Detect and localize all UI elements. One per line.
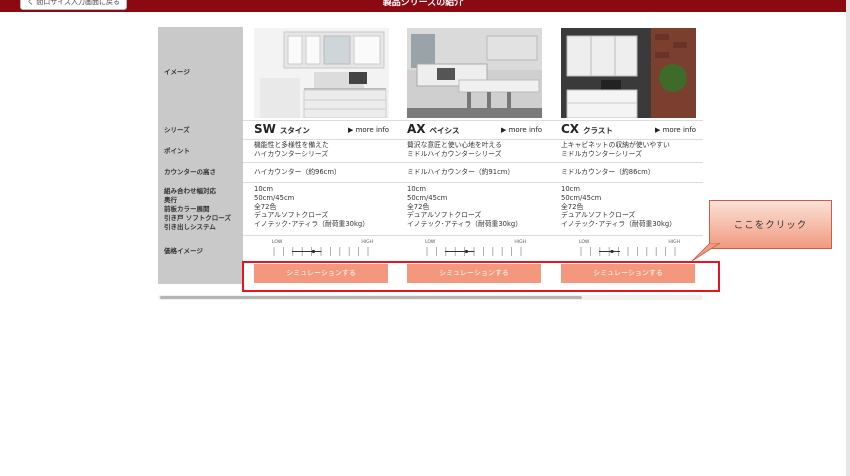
highlight-box (242, 261, 720, 292)
price-scale-sw: LOW HIGH (268, 240, 373, 258)
row-label-counter-height: カウンターの高さ (164, 168, 216, 176)
row-label-column: イメージ シリーズ ポイント カウンターの高さ 組み合わせ幅対応 奥行 前板カラ… (158, 27, 243, 284)
counter-height-cx: ミドルカウンター（約86cm） (561, 168, 655, 176)
point-text-cx: 上キャビネットの収納が使いやすい ミドルカウンターシリーズ (561, 141, 670, 158)
callout-text: ここをクリック (733, 220, 808, 231)
more-info-link-cx[interactable]: ▶ more info (655, 126, 696, 134)
row-label-color: 前板カラー展開 (164, 205, 210, 213)
row-label-image: イメージ (164, 68, 190, 76)
row-label-price: 価格イメージ (164, 247, 203, 255)
row-divider (243, 139, 703, 140)
product-image-ax (407, 28, 542, 118)
series-name-sw: SW スタイン (254, 122, 310, 136)
callout-box: ここをクリック (709, 200, 832, 249)
row-divider (243, 182, 703, 183)
row-label-depth: 奥行 (164, 196, 177, 204)
row-divider (243, 235, 703, 236)
price-level-marker (311, 249, 316, 254)
horizontal-scrollbar-thumb[interactable] (160, 296, 582, 299)
series-name-ax: AX ベイシス (407, 122, 460, 136)
product-image-cx (561, 28, 696, 118)
counter-height-ax: ミドルハイカウンター（約91cm） (407, 168, 515, 176)
row-label-drawer: 引き出しシステム (164, 223, 216, 231)
row-label-soft-close: 引き戸 ソフトクローズ (164, 214, 231, 222)
more-info-link-ax[interactable]: ▶ more info (501, 126, 542, 134)
callout-pointer (692, 243, 721, 262)
price-level-marker (610, 249, 614, 254)
series-name-cx: CX クラスト (561, 122, 613, 136)
point-text-ax: 贅沢な意匠と使い心地を叶える ミドルハイカウンターシリーズ (407, 141, 502, 158)
row-label-series: シリーズ (164, 126, 190, 134)
specs-cx: 10cm 50cm/45cm 全72色 デュアルソフトクローズ イノテック･アティラ（耐… (561, 185, 677, 229)
counter-height-sw: ハイカウンター（約96cm） (254, 168, 341, 176)
price-scale-ax: LOW HIGH (421, 240, 526, 258)
specs-ax: 10cm 50cm/45cm 全72色 デュアルソフトクローズ イノテック･アティラ（耐… (407, 185, 523, 229)
window-edge (846, 0, 850, 476)
row-divider (243, 120, 703, 121)
product-image-sw (254, 28, 389, 118)
point-text-sw: 機能性と多様性を備えた ハイカウンターシリーズ (254, 141, 329, 158)
row-label-point: ポイント (164, 147, 190, 155)
row-divider (243, 162, 703, 163)
back-button[interactable]: く 間口サイズ入力画面に戻る (20, 0, 128, 10)
more-info-link-sw[interactable]: ▶ more info (348, 126, 389, 134)
row-label-width: 組み合わせ幅対応 (164, 187, 216, 195)
specs-sw: 10cm 50cm/45cm 全72色 デュアルソフトクローズ イノテック･アティラ（耐… (254, 185, 370, 229)
price-scale-cx: LOW HIGH (575, 240, 680, 258)
price-level-marker (464, 249, 469, 254)
